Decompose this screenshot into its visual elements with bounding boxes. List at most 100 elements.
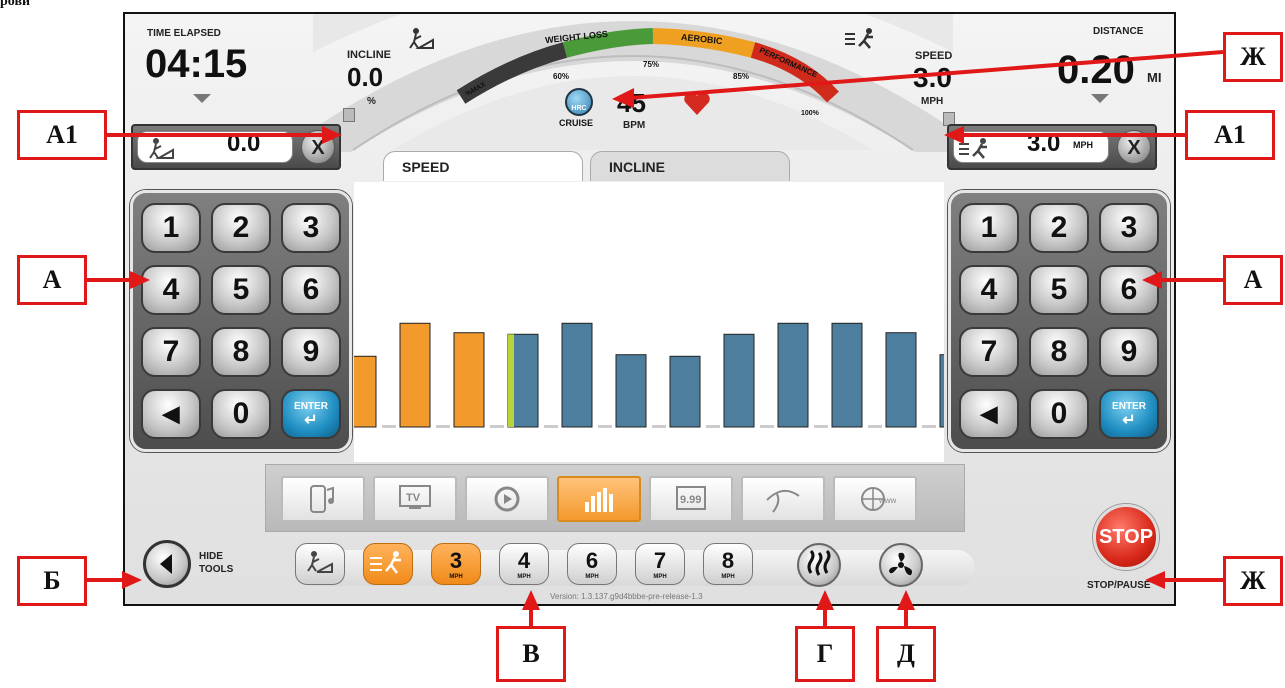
music-phone-icon xyxy=(310,485,334,513)
profile-bar-8 xyxy=(777,322,809,428)
left-key-0[interactable]: 0 xyxy=(211,389,271,439)
profile-bar-6 xyxy=(669,355,701,428)
incline-expand-handle[interactable] xyxy=(343,108,355,122)
profile-bar-10 xyxy=(885,332,917,428)
left-enter-key[interactable]: ENTER ↵ xyxy=(281,389,341,439)
right-enter-key[interactable]: ENTER ↵ xyxy=(1099,389,1159,439)
quick-speed-8-button[interactable]: 8 MPH xyxy=(703,543,753,585)
right-key-4[interactable]: 4 xyxy=(959,265,1019,315)
arrowhead-icon xyxy=(322,126,342,144)
right-key-1[interactable]: 1 xyxy=(959,203,1019,253)
tab-speed[interactable]: SPEED xyxy=(383,151,583,181)
callout-v: В xyxy=(496,626,566,682)
right-key-3[interactable]: 3 xyxy=(1099,203,1159,253)
tab-incline[interactable]: INCLINE xyxy=(590,151,790,181)
quick-speed-3-unit: MPH xyxy=(449,574,463,580)
profile-bar-7 xyxy=(723,333,755,428)
right-key-8[interactable]: 8 xyxy=(1029,327,1089,377)
profile-bar-gap-7 xyxy=(760,425,774,428)
right-key-2[interactable]: 2 xyxy=(1029,203,1089,253)
profile-bar-5 xyxy=(615,354,647,428)
hide-tools-button[interactable] xyxy=(143,540,191,588)
quick-speed-6-value: 6 xyxy=(585,548,599,573)
profile-bar-gap-1 xyxy=(436,425,450,428)
replay-icon xyxy=(494,486,520,512)
quick-speed-3-value: 3 xyxy=(449,548,463,573)
quick-speed-8-unit: MPH xyxy=(721,574,735,580)
callout-g: Г xyxy=(795,626,855,682)
quick-speed-3-button[interactable]: 3 MPH xyxy=(431,543,481,585)
app-music[interactable] xyxy=(281,476,365,522)
time-elapsed-toggle-icon[interactable] xyxy=(193,94,211,103)
app-score[interactable]: 9.99 xyxy=(649,476,733,522)
left-key-1[interactable]: 1 xyxy=(141,203,201,253)
quick-speed-4-unit: MPH xyxy=(517,574,531,580)
right-key-0[interactable]: 0 xyxy=(1029,389,1089,439)
arrowhead-icon xyxy=(1145,571,1165,589)
speed-input-unit: MPH xyxy=(1073,140,1093,150)
fan-button[interactable] xyxy=(879,543,923,587)
arrowhead-icon xyxy=(130,271,150,289)
incline-walker-icon xyxy=(307,551,333,573)
profile-bar-2 xyxy=(453,332,485,428)
hrc-cruise-button[interactable]: HRC xyxy=(565,88,593,116)
callout-d: Д xyxy=(876,626,936,682)
quick-speed-4-button[interactable]: 4 MPH xyxy=(499,543,549,585)
callout-b: Б xyxy=(17,556,87,606)
app-route-map[interactable] xyxy=(741,476,825,522)
profile-bar-9 xyxy=(831,322,863,428)
profile-bar-gap-6 xyxy=(706,425,720,428)
workout-profile-chart xyxy=(345,182,990,462)
svg-text:www: www xyxy=(878,496,897,505)
route-map-icon xyxy=(766,489,800,513)
right-key-9[interactable]: 9 xyxy=(1099,327,1159,377)
app-workout-chart[interactable] xyxy=(557,476,641,522)
heat-button[interactable] xyxy=(797,543,841,587)
right-backspace-key[interactable]: ◀ xyxy=(959,389,1019,439)
hide-tools-line2: TOOLS xyxy=(199,564,234,575)
profile-bar-gap-5 xyxy=(652,425,666,428)
stop-pause-label: STOP/PAUSE xyxy=(1087,580,1151,591)
quick-speed-8-value: 8 xyxy=(721,548,735,573)
stop-button[interactable]: STOP xyxy=(1093,504,1159,570)
callout-a1-left: А1 xyxy=(17,110,107,160)
profile-bar-1 xyxy=(399,322,431,428)
app-web[interactable]: www xyxy=(833,476,917,522)
profile-bar-gap-2 xyxy=(490,425,504,428)
quick-speed-6-button[interactable]: 6 MPH xyxy=(567,543,617,585)
bar-chart-icon xyxy=(585,488,613,512)
app-replay[interactable] xyxy=(465,476,549,522)
left-key-9[interactable]: 9 xyxy=(281,327,341,377)
speed-input-readout: 3.0 MPH X xyxy=(947,124,1157,170)
speed-runner-icon xyxy=(959,138,987,159)
right-key-7[interactable]: 7 xyxy=(959,327,1019,377)
app-tv[interactable]: TV xyxy=(373,476,457,522)
callout-a1-right-arrow xyxy=(952,133,1185,137)
left-key-2[interactable]: 2 xyxy=(211,203,271,253)
speed-mode-button[interactable] xyxy=(363,543,413,585)
left-key-8[interactable]: 8 xyxy=(211,327,271,377)
profile-bar-gap-9 xyxy=(868,425,882,428)
profile-bar-gap-3 xyxy=(544,425,558,428)
incline-mode-button[interactable] xyxy=(295,543,345,585)
profile-bar-gap-0 xyxy=(382,425,396,428)
quick-speed-4-value: 4 xyxy=(517,548,531,573)
svg-text:9.99: 9.99 xyxy=(680,494,701,506)
right-key-5[interactable]: 5 xyxy=(1029,265,1089,315)
left-key-6[interactable]: 6 xyxy=(281,265,341,315)
arrowhead-icon xyxy=(1142,271,1162,289)
left-numeric-keypad: 1 2 3 4 5 6 7 8 9 ◀ 0 ENTER ↵ xyxy=(130,190,352,452)
left-key-7[interactable]: 7 xyxy=(141,327,201,377)
left-key-3[interactable]: 3 xyxy=(281,203,341,253)
quick-speed-7-button[interactable]: 7 MPH xyxy=(635,543,685,585)
profile-bar-4 xyxy=(561,322,593,428)
profile-bar-gap-10 xyxy=(922,425,936,428)
fan-icon xyxy=(889,552,913,576)
arrowhead-icon xyxy=(944,126,964,144)
incline-walker-icon xyxy=(409,28,434,49)
bpm-label: BPM xyxy=(623,120,646,131)
speed-runner-icon xyxy=(370,551,401,574)
callout-a1-left-arrow xyxy=(107,133,333,137)
left-key-5[interactable]: 5 xyxy=(211,265,271,315)
left-backspace-key[interactable]: ◀ xyxy=(141,389,201,439)
